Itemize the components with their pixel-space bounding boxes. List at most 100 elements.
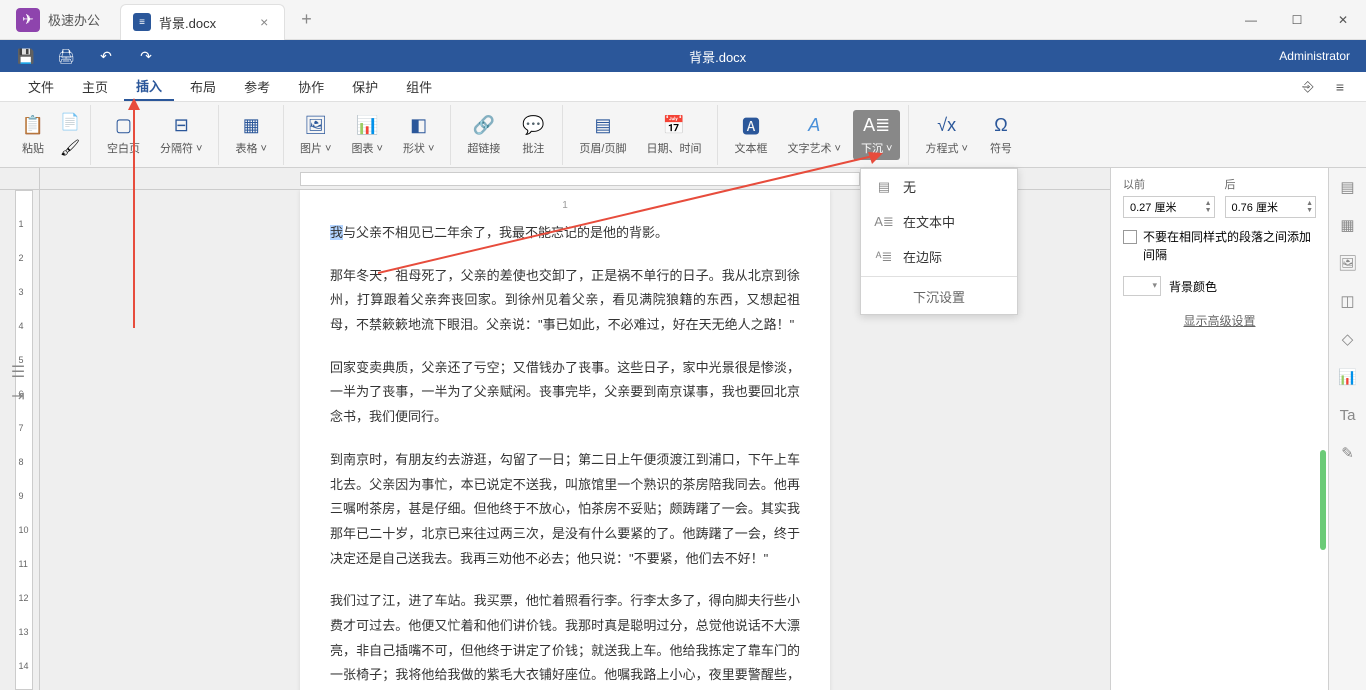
vertical-ruler: 1 2 3 4 5 6 7 8 9 10 11 12 13 14 <box>8 190 40 690</box>
dropcap-none[interactable]: ▤ 无 <box>861 169 1017 204</box>
tab-components[interactable]: 组件 <box>394 73 444 100</box>
symbol-icon: Ω <box>989 114 1013 138</box>
equation-icon: √x <box>935 114 959 138</box>
tab-insert[interactable]: 插入 <box>124 72 174 101</box>
no-space-checkbox[interactable] <box>1123 230 1137 244</box>
chart-button[interactable]: 📊 图表 ˅ <box>343 110 390 160</box>
share-icon[interactable]: ⎆ <box>1298 77 1318 97</box>
comment-button[interactable]: 💬 批注 <box>512 110 554 160</box>
tab-reference[interactable]: 参考 <box>232 73 282 100</box>
blank-page-icon: ▢ <box>112 114 136 138</box>
ruler-corner <box>0 168 40 190</box>
paragraph[interactable]: 我与父亲不相见已二年余了，我最不能忘记的是他的背影。 <box>330 221 800 246</box>
equation-button[interactable]: √x 方程式 ˅ <box>917 110 975 160</box>
doc-title: 背景.docx <box>689 47 746 66</box>
copy-icon[interactable]: 📄 <box>58 110 82 134</box>
chart-settings-icon[interactable]: 📊 <box>1337 366 1359 388</box>
tab-collaborate[interactable]: 协作 <box>286 73 336 100</box>
separator-icon: ⊟ <box>169 114 193 138</box>
picture-icon: 🖼 <box>304 114 328 138</box>
in-text-icon: A≣ <box>875 213 893 231</box>
shape-settings-icon[interactable]: ◇ <box>1337 328 1359 350</box>
table-settings-icon[interactable]: ▦ <box>1337 214 1359 236</box>
save-icon[interactable]: 💾 <box>16 46 36 66</box>
wordart-icon: A <box>802 114 826 138</box>
spinner-down-icon[interactable]: ▼ <box>1205 207 1212 214</box>
dropcap-in-text[interactable]: A≣ 在文本中 <box>861 204 1017 239</box>
chart-icon: 📊 <box>355 114 379 138</box>
right-panel: 以前 0.27 厘米 ▲▼ 后 0.76 厘米 ▲▼ 不要在相同样式的段落之间添… <box>1110 168 1328 690</box>
outline-icon[interactable]: ☰ <box>8 362 28 382</box>
add-tab-button[interactable]: + <box>301 9 312 30</box>
comment-icon: 💬 <box>521 114 545 138</box>
paragraph-settings-icon[interactable]: ▤ <box>1337 176 1359 198</box>
dropcap-dropdown: ▤ 无 A≣ 在文本中 ᴬ≣ 在边际 下沉设置 <box>860 168 1018 315</box>
paragraph[interactable]: 那年冬天，祖母死了，父亲的差使也交卸了，正是祸不单行的日子。我从北京到徐州，打算… <box>330 264 800 338</box>
paragraph[interactable]: 我们过了江，进了车站。我买票，他忙着照看行李。行李太多了，得向脚夫行些小费才可过… <box>330 589 800 690</box>
hyperlink-button[interactable]: 🔗 超链接 <box>459 110 508 160</box>
picture-button[interactable]: 🖼 图片 ˅ <box>292 110 339 160</box>
dropcap-icon: A≣ <box>865 114 889 138</box>
tab-layout[interactable]: 布局 <box>178 73 228 100</box>
textbox-button[interactable]: 🅰 文本框 <box>726 110 775 160</box>
spinner-up-icon[interactable]: ▲ <box>1306 200 1313 207</box>
tab-title: 背景.docx <box>159 13 216 32</box>
admin-label: Administrator <box>1279 49 1350 63</box>
app-logo-icon: ✈ <box>16 8 40 32</box>
minimize-button[interactable]: — <box>1228 0 1274 40</box>
close-button[interactable]: ✕ <box>1320 0 1366 40</box>
date-time-button[interactable]: 📅 日期、时间 <box>638 110 709 160</box>
tab-close-icon[interactable]: × <box>256 14 272 30</box>
tab-file[interactable]: 文件 <box>16 73 66 100</box>
document-tab[interactable]: ≡ 背景.docx × <box>120 4 285 40</box>
text-selection: 我 <box>330 225 343 240</box>
advanced-link[interactable]: 显示高级设置 <box>1123 312 1316 329</box>
spinner-up-icon[interactable]: ▲ <box>1205 200 1212 207</box>
dropcap-in-margin[interactable]: ᴬ≣ 在边际 <box>861 239 1017 274</box>
bg-color-picker[interactable] <box>1123 276 1161 296</box>
in-margin-icon: ᴬ≣ <box>875 248 893 266</box>
table-icon: ▦ <box>239 114 263 138</box>
shape-icon: ◧ <box>407 114 431 138</box>
blank-page-button[interactable]: ▢ 空白页 <box>99 110 148 160</box>
header-footer-button[interactable]: ▤ 页眉/页脚 <box>571 110 634 160</box>
side-toolbar: ▤ ▦ 🖼 ◫ ◇ 📊 Ta ✎ <box>1328 168 1366 690</box>
image-settings-icon[interactable]: 🖼 <box>1337 252 1359 274</box>
tab-home[interactable]: 主页 <box>70 73 120 100</box>
maximize-button[interactable]: ☐ <box>1274 0 1320 40</box>
paragraph[interactable]: 到南京时，有朋友约去游逛，勾留了一日；第二日上午便须渡江到浦口，下午上车北去。父… <box>330 448 800 571</box>
paragraph-text: 与父亲不相见已二年余了，我最不能忘记的是他的背影。 <box>343 225 668 240</box>
redo-icon[interactable]: ↷ <box>136 46 156 66</box>
ribbon-tabs: 文件 主页 插入 布局 参考 协作 保护 组件 ⎆ ≡ <box>0 72 1366 102</box>
outline-toggle-icon[interactable]: ⇥ <box>8 386 28 406</box>
format-brush-icon[interactable]: 🖌 <box>58 136 82 160</box>
header-settings-icon[interactable]: ◫ <box>1337 290 1359 312</box>
dropcap-settings[interactable]: 下沉设置 <box>861 279 1017 314</box>
shape-button[interactable]: ◧ 形状 ˅ <box>395 110 442 160</box>
title-bar: ✈ 极速办公 ≡ 背景.docx × + — ☐ ✕ <box>0 0 1366 40</box>
separator-button[interactable]: ⊟ 分隔符 ˅ <box>152 110 210 160</box>
after-spinner[interactable]: 0.76 厘米 ▲▼ <box>1225 196 1317 218</box>
none-icon: ▤ <box>875 178 893 196</box>
paragraph[interactable]: 回家变卖典质，父亲还了亏空；又借钱办了丧事。这些日子，家中光景很是惨淡，一半为了… <box>330 356 800 430</box>
text-settings-icon[interactable]: Ta <box>1337 404 1359 426</box>
signature-icon[interactable]: ✎ <box>1337 442 1359 464</box>
menu-icon[interactable]: ≡ <box>1330 77 1350 97</box>
wordart-button[interactable]: A 文字艺术 ˅ <box>779 110 848 160</box>
spinner-down-icon[interactable]: ▼ <box>1306 207 1313 214</box>
print-icon[interactable]: 🖨 <box>56 46 76 66</box>
page-number: 1 <box>330 200 800 211</box>
dropcap-button[interactable]: A≣ 下沉 ˅ <box>853 110 900 160</box>
undo-icon[interactable]: ↶ <box>96 46 116 66</box>
before-spinner[interactable]: 0.27 厘米 ▲▼ <box>1123 196 1215 218</box>
ribbon: 📋 粘贴 📄 🖌 ▢ 空白页 ⊟ 分隔符 ˅ ▦ 表格 ˅ 🖼 图片 ˅ 📊 <box>0 102 1366 168</box>
tab-protect[interactable]: 保护 <box>340 73 390 100</box>
symbol-button[interactable]: Ω 符号 <box>980 110 1022 160</box>
paste-button[interactable]: 📋 粘贴 <box>12 110 54 160</box>
after-label: 后 <box>1225 176 1317 192</box>
scrollbar-thumb[interactable] <box>1320 450 1326 550</box>
table-button[interactable]: ▦ 表格 ˅ <box>227 110 274 160</box>
app-name: 极速办公 <box>48 10 100 29</box>
hyperlink-icon: 🔗 <box>472 114 496 138</box>
doc-title-bar: 💾 🖨 ↶ ↷ 背景.docx Administrator <box>0 40 1366 72</box>
